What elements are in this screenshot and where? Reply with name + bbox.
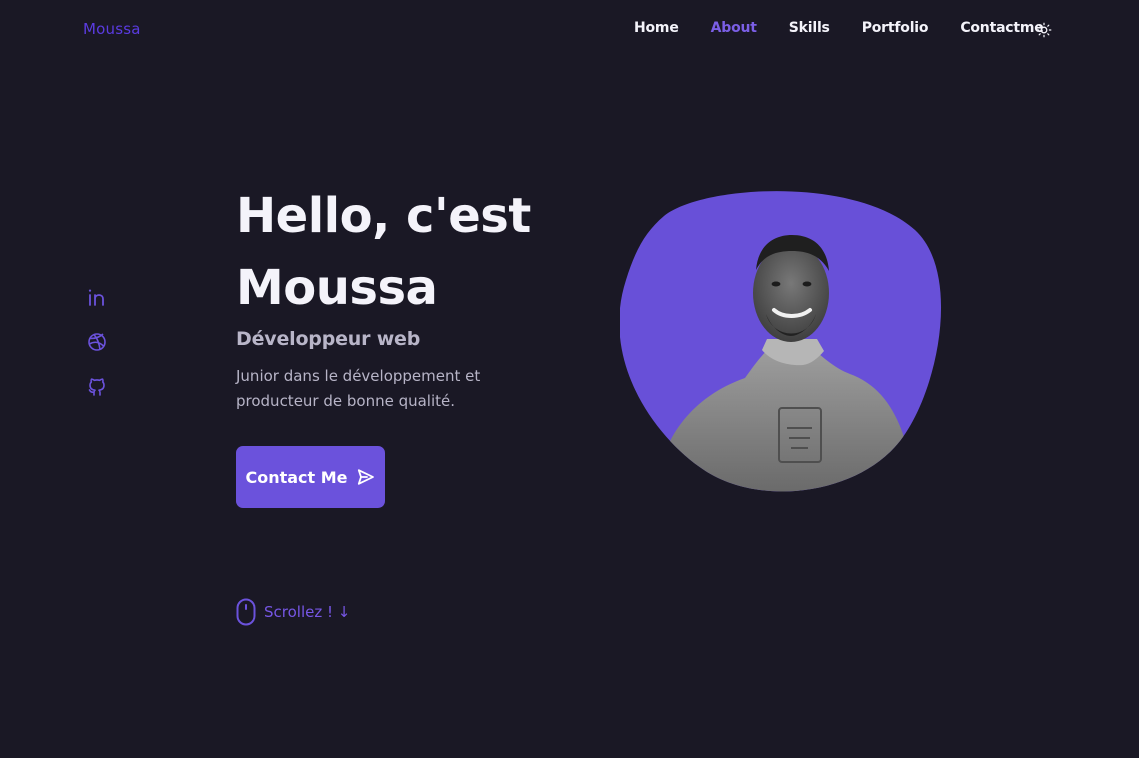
dribbble-icon bbox=[88, 333, 106, 351]
nav-contactme[interactable]: Contactme bbox=[960, 20, 1043, 36]
site-header: Moussa Home About Skills Portfolio Conta… bbox=[0, 0, 1139, 60]
contact-me-label: Contact Me bbox=[245, 467, 348, 487]
linkedin-link[interactable] bbox=[87, 287, 107, 307]
hero-title-line1: Hello, c'est bbox=[236, 188, 531, 244]
hero-section: Hello, c'est Moussa Développeur web Juni… bbox=[236, 180, 566, 414]
nav-home[interactable]: Home bbox=[634, 20, 679, 36]
sun-icon bbox=[1036, 22, 1052, 38]
logo-link[interactable]: Moussa bbox=[83, 20, 141, 38]
profile-photo bbox=[620, 191, 942, 492]
linkedin-icon bbox=[88, 289, 104, 306]
hero-subtitle: Développeur web bbox=[236, 328, 421, 350]
hero-title-line2: Moussa bbox=[236, 260, 438, 316]
github-link[interactable] bbox=[87, 377, 107, 397]
mouse-icon bbox=[236, 598, 256, 626]
profile-blob bbox=[620, 188, 944, 493]
main-nav: Home About Skills Portfolio Contactme bbox=[634, 20, 1076, 36]
dribbble-link[interactable] bbox=[87, 332, 107, 352]
scroll-down-link[interactable]: Scrollez ! ↓ bbox=[236, 598, 350, 626]
nav-about[interactable]: About bbox=[711, 20, 757, 36]
nav-skills[interactable]: Skills bbox=[789, 20, 830, 36]
theme-toggle-button[interactable] bbox=[1036, 22, 1052, 38]
social-links bbox=[87, 287, 109, 422]
hero-description: Junior dans le développement et producte… bbox=[236, 367, 481, 410]
contact-me-button[interactable]: Contact Me bbox=[236, 446, 385, 508]
nav-portfolio[interactable]: Portfolio bbox=[862, 20, 929, 36]
scroll-label: Scrollez ! ↓ bbox=[264, 603, 351, 621]
hero-title: Hello, c'est Moussa bbox=[236, 180, 566, 324]
send-icon bbox=[357, 469, 374, 485]
github-icon bbox=[88, 378, 105, 396]
